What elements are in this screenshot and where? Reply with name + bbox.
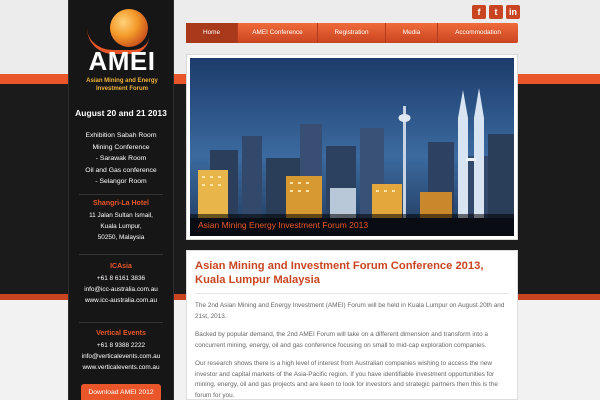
- vertical-events-heading: Vertical Events: [96, 330, 146, 337]
- sidebar-divider: [79, 254, 163, 255]
- hotel-address: 11 Jalan Sultan Ismail, Kuala Lumpur, 50…: [69, 210, 173, 244]
- nav-amei-conference[interactable]: AMEI Conference: [238, 23, 318, 43]
- hero-caption: Asian Mining Energy Investment Forum 201…: [190, 214, 514, 236]
- logo-subtitle: Asian Mining and Energy Investment Forum: [86, 78, 158, 92]
- hotel-address-line: 11 Jalan Sultan Ismail,: [89, 212, 153, 219]
- icasia-website-link[interactable]: www.icc-australia.com.au: [69, 295, 173, 306]
- sidebar: AMEI Asian Mining and Energy Investment …: [68, 0, 174, 400]
- icasia-heading: ICAsia: [110, 263, 132, 270]
- vertical-events-phone: +61 8 9388 2222: [96, 342, 146, 349]
- vertical-events-website-link[interactable]: www.verticalevents.com.au: [69, 362, 173, 373]
- hotel-heading: Shangri-La Hotel: [92, 200, 149, 207]
- download-button[interactable]: Download AMEI 2012: [81, 384, 161, 400]
- main-nav: Home AMEI Conference Registration Media …: [186, 23, 518, 43]
- sidebar-divider: [79, 322, 163, 323]
- hero-slider: Asian Mining Energy Investment Forum 201…: [186, 54, 518, 240]
- nav-media[interactable]: Media: [386, 23, 438, 43]
- twitter-icon[interactable]: t: [489, 5, 503, 19]
- hotel-address-line: 50250, Malaysia: [97, 234, 145, 242]
- nav-accommodation[interactable]: Accommodation: [438, 23, 518, 43]
- facebook-icon[interactable]: f: [472, 5, 486, 19]
- icasia-contact: +61 8 6161 3836 info@icc-australia.com.a…: [69, 273, 173, 307]
- main-content: Asian Mining and Investment Forum Confer…: [186, 250, 518, 400]
- title-divider: [195, 293, 509, 294]
- venue-line: Mining Conference: [92, 143, 150, 151]
- sidebar-divider: [79, 194, 163, 195]
- nav-home[interactable]: Home: [186, 23, 238, 43]
- nav-registration[interactable]: Registration: [318, 23, 386, 43]
- globe-icon: [110, 9, 148, 47]
- venue-line: Oil and Gas conference: [85, 166, 157, 174]
- linkedin-icon[interactable]: in: [506, 5, 520, 19]
- hotel-address-line: Kuala Lumpur,: [100, 223, 142, 231]
- venue-line: Exhibition Sabah Room: [85, 132, 157, 139]
- amei-logo[interactable]: AMEI Asian Mining and Energy Investment …: [77, 6, 167, 94]
- icasia-email-link[interactable]: info@icc-australia.com.au: [69, 284, 173, 295]
- skyline-illustration: [190, 58, 514, 236]
- vertical-events-contact: +61 8 9388 2222 info@verticalevents.com.…: [69, 340, 173, 374]
- vertical-events-email-link[interactable]: info@verticalevents.com.au: [69, 351, 173, 362]
- venue-line: - Sarawak Room: [95, 155, 147, 162]
- content-paragraph: Backed by popular demand, the 2nd AMEI F…: [195, 331, 488, 349]
- content-paragraph: The 2nd Asian Mining and Energy Investme…: [195, 302, 505, 320]
- page-title: Asian Mining and Investment Forum Confer…: [195, 260, 484, 286]
- venue-line: - Selangor Room: [95, 178, 147, 185]
- logo-title: AMEI: [88, 46, 156, 76]
- kuala-lumpur-skyline-image[interactable]: Asian Mining Energy Investment Forum 201…: [190, 58, 514, 236]
- venue-info: Exhibition Sabah Room Mining Conference …: [69, 130, 173, 188]
- content-paragraph: Our research shows there is a high level…: [195, 360, 498, 399]
- event-date: August 20 and 21 2013: [75, 108, 167, 118]
- icasia-phone: +61 8 6161 3836: [96, 275, 146, 282]
